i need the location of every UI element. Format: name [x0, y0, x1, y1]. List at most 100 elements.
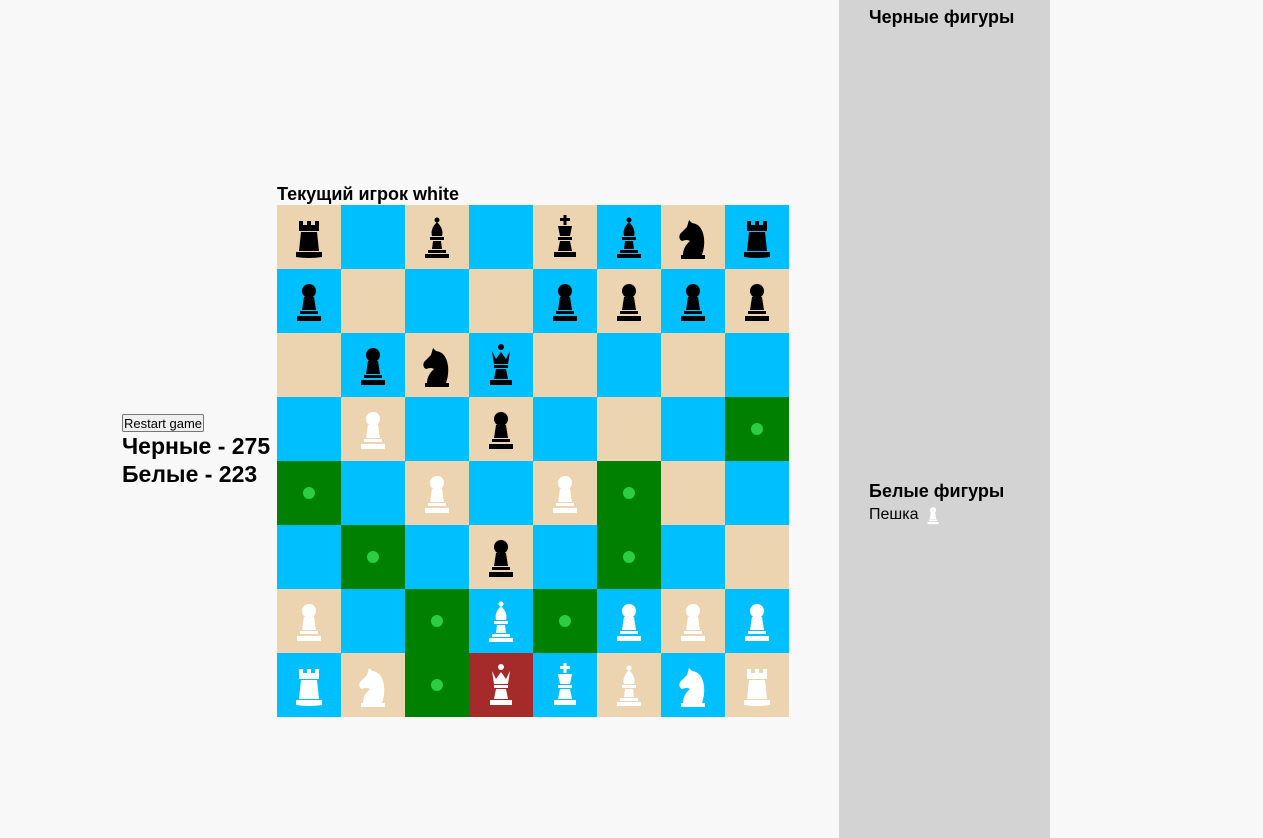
cell-c8[interactable]: [405, 205, 469, 269]
lost-white-list: Пешка: [869, 504, 1004, 526]
white-king-icon[interactable]: [541, 661, 589, 709]
cell-h6[interactable]: [725, 333, 789, 397]
cell-a6[interactable]: [277, 333, 341, 397]
cell-e7[interactable]: [533, 269, 597, 333]
cell-a1[interactable]: [277, 653, 341, 717]
cell-c3[interactable]: [405, 525, 469, 589]
available-move-dot: [367, 551, 379, 563]
cell-c4[interactable]: [405, 461, 469, 525]
cell-f7[interactable]: [597, 269, 661, 333]
black-pawn-icon[interactable]: [349, 341, 397, 389]
black-bishop-icon[interactable]: [605, 213, 653, 261]
cell-c5[interactable]: [405, 397, 469, 461]
white-pawn-icon[interactable]: [349, 405, 397, 453]
cell-g8[interactable]: [661, 205, 725, 269]
black-bishop-icon[interactable]: [413, 213, 461, 261]
cell-f4[interactable]: [597, 461, 661, 525]
black-pawn-icon[interactable]: [477, 533, 525, 581]
white-pawn-icon[interactable]: [413, 469, 461, 517]
cell-b5[interactable]: [341, 397, 405, 461]
cell-h8[interactable]: [725, 205, 789, 269]
cell-e5[interactable]: [533, 397, 597, 461]
cell-a8[interactable]: [277, 205, 341, 269]
cell-f5[interactable]: [597, 397, 661, 461]
cell-e1[interactable]: [533, 653, 597, 717]
cell-d6[interactable]: [469, 333, 533, 397]
white-queen-icon[interactable]: [477, 661, 525, 709]
cell-g5[interactable]: [661, 397, 725, 461]
cell-b7[interactable]: [341, 269, 405, 333]
cell-a5[interactable]: [277, 397, 341, 461]
cell-a3[interactable]: [277, 525, 341, 589]
black-pawn-icon[interactable]: [285, 277, 333, 325]
cell-d8[interactable]: [469, 205, 533, 269]
cell-d5[interactable]: [469, 397, 533, 461]
cell-g1[interactable]: [661, 653, 725, 717]
cell-g2[interactable]: [661, 589, 725, 653]
cell-g4[interactable]: [661, 461, 725, 525]
cell-h5[interactable]: [725, 397, 789, 461]
cell-h4[interactable]: [725, 461, 789, 525]
white-rook-icon[interactable]: [285, 661, 333, 709]
white-pawn-icon[interactable]: [285, 597, 333, 645]
black-king-icon[interactable]: [541, 213, 589, 261]
cell-e6[interactable]: [533, 333, 597, 397]
cell-b8[interactable]: [341, 205, 405, 269]
cell-f2[interactable]: [597, 589, 661, 653]
cell-d1[interactable]: [469, 653, 533, 717]
cell-f1[interactable]: [597, 653, 661, 717]
white-pawn-icon[interactable]: [669, 597, 717, 645]
available-move-dot: [623, 487, 635, 499]
black-rook-icon[interactable]: [285, 213, 333, 261]
cell-e3[interactable]: [533, 525, 597, 589]
black-pawn-icon[interactable]: [605, 277, 653, 325]
cell-c2[interactable]: [405, 589, 469, 653]
cell-g6[interactable]: [661, 333, 725, 397]
white-rook-icon[interactable]: [733, 661, 781, 709]
black-knight-icon[interactable]: [413, 341, 461, 389]
cell-a4[interactable]: [277, 461, 341, 525]
black-pawn-icon[interactable]: [541, 277, 589, 325]
black-rook-icon[interactable]: [733, 213, 781, 261]
cell-d2[interactable]: [469, 589, 533, 653]
white-bishop-icon[interactable]: [605, 661, 653, 709]
cell-a2[interactable]: [277, 589, 341, 653]
white-knight-icon[interactable]: [349, 661, 397, 709]
white-pawn-icon[interactable]: [605, 597, 653, 645]
cell-b4[interactable]: [341, 461, 405, 525]
white-pawn-icon[interactable]: [541, 469, 589, 517]
black-pawn-icon[interactable]: [733, 277, 781, 325]
cell-f3[interactable]: [597, 525, 661, 589]
cell-h2[interactable]: [725, 589, 789, 653]
cell-d7[interactable]: [469, 269, 533, 333]
cell-c7[interactable]: [405, 269, 469, 333]
black-pawn-icon[interactable]: [669, 277, 717, 325]
cell-d4[interactable]: [469, 461, 533, 525]
cell-b3[interactable]: [341, 525, 405, 589]
white-pawn-icon[interactable]: [733, 597, 781, 645]
cell-h3[interactable]: [725, 525, 789, 589]
cell-c1[interactable]: [405, 653, 469, 717]
black-pawn-icon[interactable]: [477, 405, 525, 453]
white-knight-icon[interactable]: [669, 661, 717, 709]
cell-h7[interactable]: [725, 269, 789, 333]
black-knight-icon[interactable]: [669, 213, 717, 261]
cell-f8[interactable]: [597, 205, 661, 269]
cell-g7[interactable]: [661, 269, 725, 333]
cell-f6[interactable]: [597, 333, 661, 397]
cell-e4[interactable]: [533, 461, 597, 525]
cell-d3[interactable]: [469, 525, 533, 589]
cell-b1[interactable]: [341, 653, 405, 717]
cell-b6[interactable]: [341, 333, 405, 397]
white-bishop-icon[interactable]: [477, 597, 525, 645]
restart-game-button[interactable]: Restart game: [122, 414, 205, 432]
cell-c6[interactable]: [405, 333, 469, 397]
black-queen-icon[interactable]: [477, 341, 525, 389]
cell-g3[interactable]: [661, 525, 725, 589]
available-move-dot: [431, 615, 443, 627]
cell-a7[interactable]: [277, 269, 341, 333]
cell-h1[interactable]: [725, 653, 789, 717]
cell-e8[interactable]: [533, 205, 597, 269]
cell-b2[interactable]: [341, 589, 405, 653]
cell-e2[interactable]: [533, 589, 597, 653]
